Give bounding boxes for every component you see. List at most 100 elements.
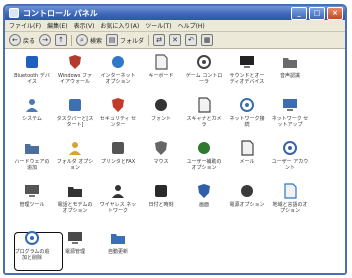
up-button[interactable]: ↑ — [55, 34, 68, 46]
back-button[interactable]: ← 戻る — [9, 34, 35, 46]
control-panel-item-game-controllers[interactable]: ゲーム コントローラ — [185, 53, 223, 85]
folders-label: フォルダ — [120, 37, 145, 45]
control-panel-item-power-options[interactable]: 電源オプション — [228, 182, 266, 208]
menu-edit[interactable]: 編集(E) — [47, 21, 67, 30]
accessibility-icon — [195, 139, 213, 157]
windows-firewall-icon — [66, 53, 84, 71]
toolbar-separator — [148, 34, 150, 46]
forward-button[interactable]: → — [39, 34, 52, 46]
control-panel-item-automatic-updates[interactable]: 自動更新 — [99, 229, 137, 255]
control-panel-item-bluetooth[interactable]: Bluetooth デバイス — [13, 53, 51, 85]
add-hardware-icon — [23, 139, 41, 157]
control-panel-item-label: システム — [22, 116, 42, 122]
control-panel-item-label: 音声認識 — [279, 73, 300, 79]
maximize-button[interactable]: □ — [309, 6, 325, 20]
menu-tools[interactable]: ツール(T) — [145, 21, 171, 30]
folders-icon: ▤ — [106, 34, 119, 46]
control-panel-item-admin-tools[interactable]: 管理ツール — [13, 182, 51, 208]
menu-favorites[interactable]: お気に入り(A) — [100, 21, 139, 30]
admin-tools-icon — [23, 182, 41, 200]
control-panel-item-label: ネットワーク接続 — [229, 116, 265, 128]
control-panel-item-label: プリンタとFAX — [100, 159, 136, 165]
search-button[interactable]: ⌕ 検索 — [76, 34, 102, 46]
control-panel-item-label: Bluetooth デバイス — [14, 73, 50, 85]
mail-icon — [238, 139, 256, 157]
mouse-icon — [152, 139, 170, 157]
control-panel-item-mail[interactable]: メール — [228, 139, 266, 165]
control-panel-item-label: インターネット オプション — [100, 73, 136, 85]
fonts-icon — [152, 96, 170, 114]
control-panel-item-display[interactable]: 画面 — [185, 182, 223, 208]
undo-icon: ↶ — [185, 34, 198, 46]
folders-button[interactable]: ▤ フォルダ — [106, 34, 144, 46]
control-panel-item-label: 管理ツール — [19, 202, 45, 208]
bluetooth-icon — [23, 53, 41, 71]
menu-help[interactable]: ヘルプ(H) — [178, 21, 205, 30]
control-panel-item-label: ハードウェアの追加 — [14, 159, 50, 171]
control-panel-item-windows-firewall[interactable]: Windows ファイアウォール — [56, 53, 94, 85]
move-to-button[interactable]: ⇄ — [153, 34, 166, 46]
control-panel-item-internet-options[interactable]: インターネット オプション — [99, 53, 137, 85]
menu-file[interactable]: ファイル(F) — [9, 21, 41, 30]
control-panel-item-user-accounts[interactable]: ユーザー アカウント — [271, 139, 309, 171]
control-panel-item-keyboard[interactable]: キーボード — [142, 53, 180, 79]
control-panel-item-label: サウンドとオーディオデバイス — [229, 73, 265, 85]
undo-button[interactable]: ↶ — [185, 34, 198, 46]
title-bar[interactable]: コントロール パネル _ □ × — [5, 6, 345, 20]
printers-faxes-icon — [109, 139, 127, 157]
system-icon — [23, 96, 41, 114]
control-panel-item-power-management[interactable]: 電源管理 — [56, 229, 94, 255]
control-panel-item-security-center[interactable]: セキュリティ センター — [99, 96, 137, 128]
network-setup-icon — [281, 96, 299, 114]
control-panel-item-mouse[interactable]: マウス — [142, 139, 180, 165]
control-panel-item-fonts[interactable]: フォント — [142, 96, 180, 122]
control-panel-item-taskbar-start[interactable]: タスクバーと[スタート] — [56, 96, 94, 128]
control-panel-item-label: メール — [239, 159, 255, 165]
add-remove-programs-icon — [23, 229, 41, 247]
power-options-icon — [238, 182, 256, 200]
user-accounts-icon — [281, 139, 299, 157]
scanners-cameras-icon — [195, 96, 213, 114]
control-panel-item-label: フォルダ オプション — [56, 159, 94, 171]
control-panel-item-accessibility[interactable]: ユーザー補助のオプション — [185, 139, 223, 171]
close-button[interactable]: × — [327, 6, 343, 20]
control-panel-item-add-remove-programs[interactable]: プログラムの追加と削除 — [13, 229, 51, 261]
views-button[interactable]: ▦ — [201, 34, 214, 46]
control-panel-item-label: ネットワーク セットアップ — [271, 116, 309, 128]
back-label: 戻る — [23, 37, 36, 45]
security-center-icon — [109, 96, 127, 114]
control-panel-item-label: キーボード — [148, 73, 174, 79]
control-panel-item-network-setup[interactable]: ネットワーク セットアップ — [271, 96, 309, 128]
control-panel-item-date-time[interactable]: 日付と時刻 — [142, 182, 180, 208]
display-icon — [195, 182, 213, 200]
control-panel-item-label: プログラムの追加と削除 — [14, 249, 50, 261]
control-panel-item-speech[interactable]: 音声認識 — [271, 53, 309, 79]
control-panel-item-regional-language[interactable]: 地域と言語のオプション — [271, 182, 309, 214]
control-panel-item-folder-options[interactable]: フォルダ オプション — [56, 139, 94, 171]
control-panel-item-add-hardware[interactable]: ハードウェアの追加 — [13, 139, 51, 171]
control-panel-item-label: ワイヤレス ネットワーク — [99, 202, 137, 214]
minimize-button[interactable]: _ — [291, 6, 307, 20]
toolbar: ← 戻る → ↑ ⌕ 検索 ▤ フォルダ ⇄ ✕ ↶ ▦ — [5, 32, 345, 49]
control-panel-item-label: 日付と時刻 — [148, 202, 174, 208]
control-panel-item-network-connections[interactable]: ネットワーク接続 — [228, 96, 266, 128]
wireless-icon — [109, 182, 127, 200]
control-panel-item-wireless[interactable]: ワイヤレス ネットワーク — [99, 182, 137, 214]
control-panel-item-label: セキュリティ センター — [99, 116, 137, 128]
control-panel-window: コントロール パネル _ □ × ファイル(F) 編集(E) 表示(V) お気に… — [3, 4, 347, 275]
control-panel-item-sounds-audio[interactable]: サウンドとオーディオデバイス — [228, 53, 266, 85]
automatic-updates-icon — [109, 229, 127, 247]
speech-icon — [281, 53, 299, 71]
delete-button[interactable]: ✕ — [169, 34, 182, 46]
toolbar-separator — [71, 34, 73, 46]
menu-bar: ファイル(F) 編集(E) 表示(V) お気に入り(A) ツール(T) ヘルプ(… — [5, 20, 345, 32]
control-panel-item-scanners-cameras[interactable]: スキャナとカメラ — [185, 96, 223, 128]
menu-view[interactable]: 表示(V) — [74, 21, 95, 30]
folder-up-icon: ↑ — [55, 34, 68, 46]
control-panel-item-system[interactable]: システム — [13, 96, 51, 122]
search-icon: ⌕ — [76, 34, 89, 46]
control-panel-item-printers-faxes[interactable]: プリンタとFAX — [99, 139, 137, 165]
search-label: 検索 — [90, 37, 103, 45]
control-panel-item-phone-modem[interactable]: 電話とモデムのオプション — [56, 182, 94, 214]
control-panel-item-label: 電源管理 — [64, 249, 85, 255]
